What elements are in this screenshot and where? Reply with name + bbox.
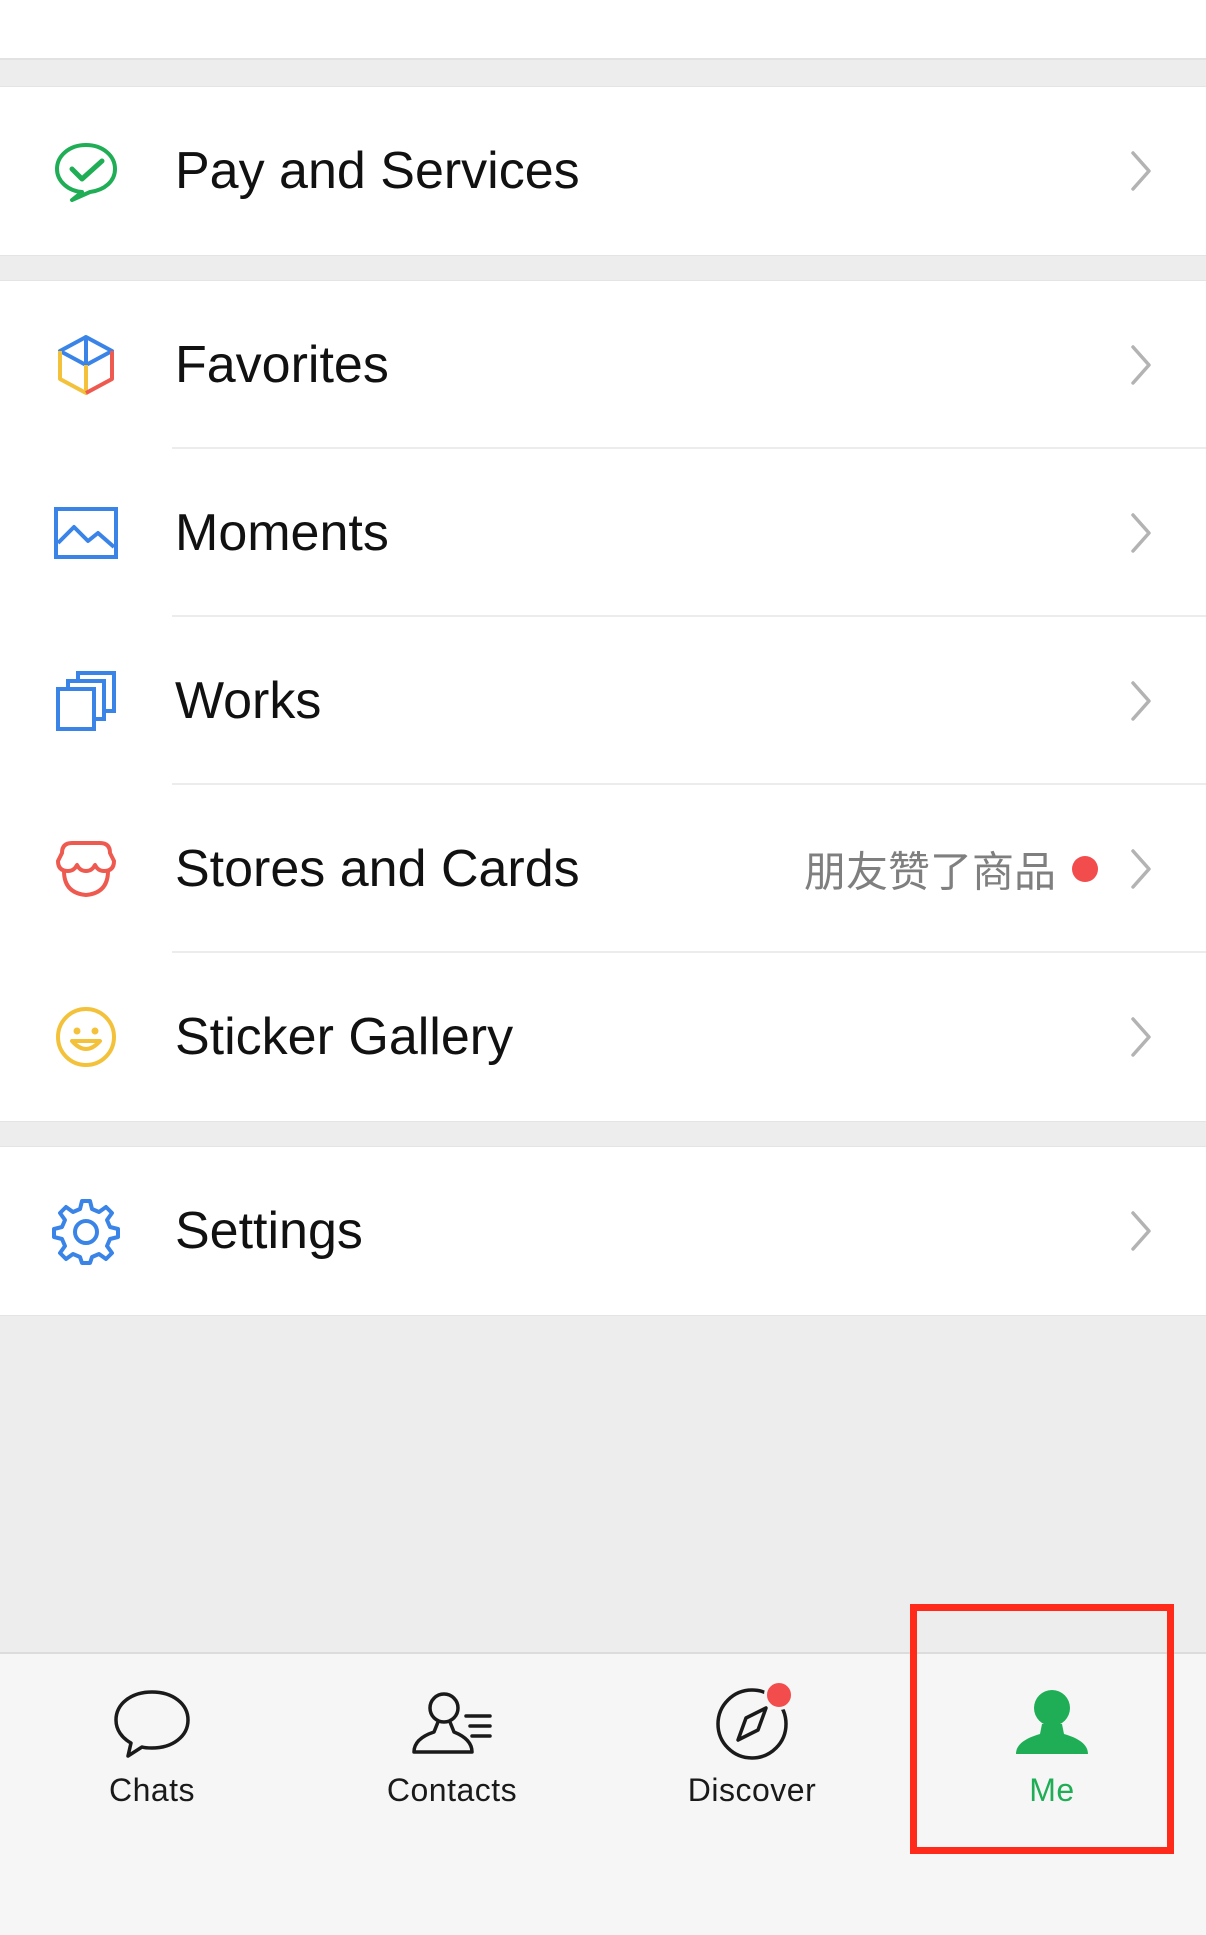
pay-and-services-label: Pay and Services [175,142,580,200]
image-icon [52,499,120,567]
tab-discover[interactable]: Discover [632,1680,872,1832]
tab-contacts-label: Contacts [386,1772,518,1808]
gear-icon [52,1197,120,1265]
notification-dot [1072,856,1098,882]
chevron-right-icon [1128,343,1154,387]
top-section [0,0,1206,60]
notification-dot [764,1680,794,1710]
pay-services-icon [52,137,120,205]
chevron-right-icon [1128,149,1154,193]
stores-notice-text: 朋友赞了商品 [803,847,1056,897]
moments-label: Moments [175,504,389,562]
settings-row[interactable]: Settings [0,1147,1206,1315]
highlight-annotation [910,1604,1174,1854]
pay-group: Pay and Services [0,86,1206,256]
store-icon [52,835,120,903]
tab-chats-label: Chats [108,1772,196,1808]
contacts-icon [410,1682,494,1766]
favorites-row[interactable]: Favorites [0,281,1206,449]
chevron-right-icon [1128,511,1154,555]
settings-label: Settings [175,1202,363,1260]
sticker-gallery-label: Sticker Gallery [175,1008,514,1066]
works-row[interactable]: Works [0,617,1206,785]
moments-row[interactable]: Moments [0,449,1206,617]
compass-icon [710,1680,794,1766]
chevron-right-icon [1128,1209,1154,1253]
tab-chats[interactable]: Chats [32,1682,272,1832]
pay-and-services-row[interactable]: Pay and Services [0,87,1206,255]
works-label: Works [175,672,322,730]
speech-bubble-icon [110,1682,194,1766]
tab-contacts[interactable]: Contacts [332,1682,572,1832]
stores-and-cards-row[interactable]: Stores and Cards 朋友赞了商品 [0,785,1206,953]
chevron-right-icon [1128,679,1154,723]
features-group: Favorites Moments Works Stores and Cards… [0,280,1206,1122]
sticker-gallery-row[interactable]: Sticker Gallery [0,953,1206,1121]
settings-group: Settings [0,1146,1206,1316]
cube-icon [52,331,120,399]
tab-discover-label: Discover [687,1772,817,1808]
chevron-right-icon [1128,847,1154,891]
chevron-right-icon [1128,1015,1154,1059]
stacked-squares-icon [52,667,120,735]
favorites-label: Favorites [175,336,389,394]
smiley-icon [52,1003,120,1071]
stores-and-cards-label: Stores and Cards [175,840,580,898]
